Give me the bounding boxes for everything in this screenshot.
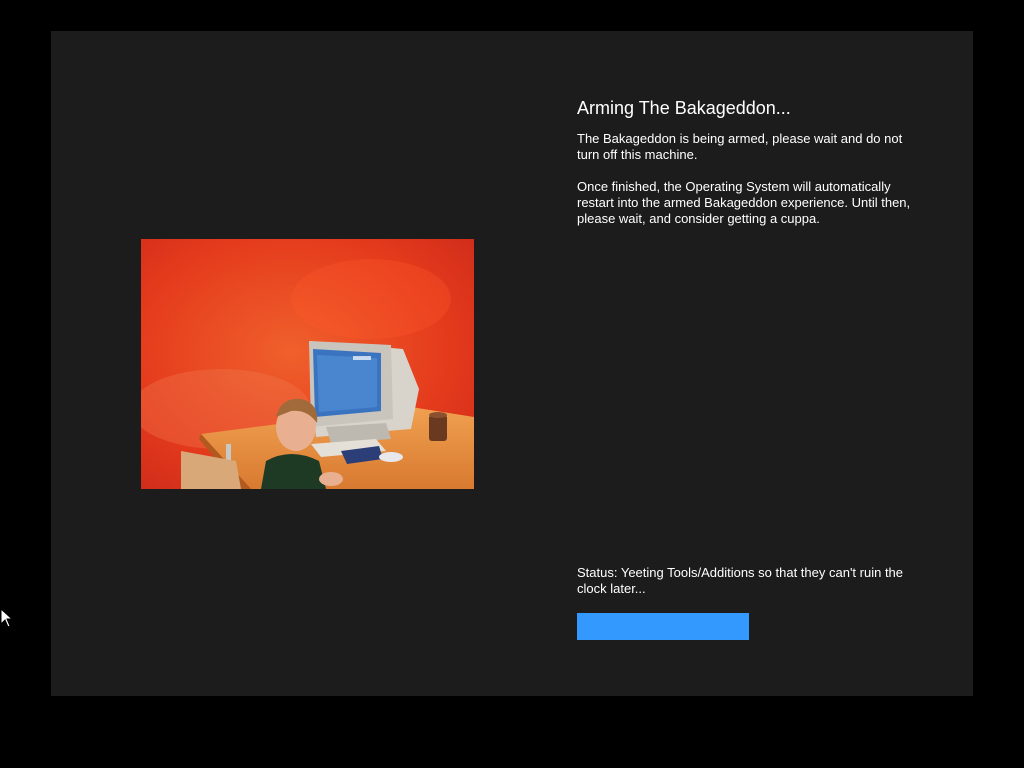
progress-bar-fill [577,613,749,640]
setup-title: Arming The Bakageddon... [577,98,791,118]
setup-panel: Arming The Bakageddon... The Bakageddon … [51,31,973,696]
mouse-pointer-icon [0,607,14,628]
setup-text: Arming The Bakageddon... The Bakageddon … [577,97,927,243]
screen: Arming The Bakageddon... The Bakageddon … [0,0,1024,768]
toddler-at-computer-photo [141,239,474,489]
setup-restart-notice: Once finished, the Operating System will… [577,179,911,226]
progress-bar [577,613,749,640]
setup-description: The Bakageddon is being armed, please wa… [577,131,903,162]
status-text: Status: Yeeting Tools/Additions so that … [577,565,904,596]
